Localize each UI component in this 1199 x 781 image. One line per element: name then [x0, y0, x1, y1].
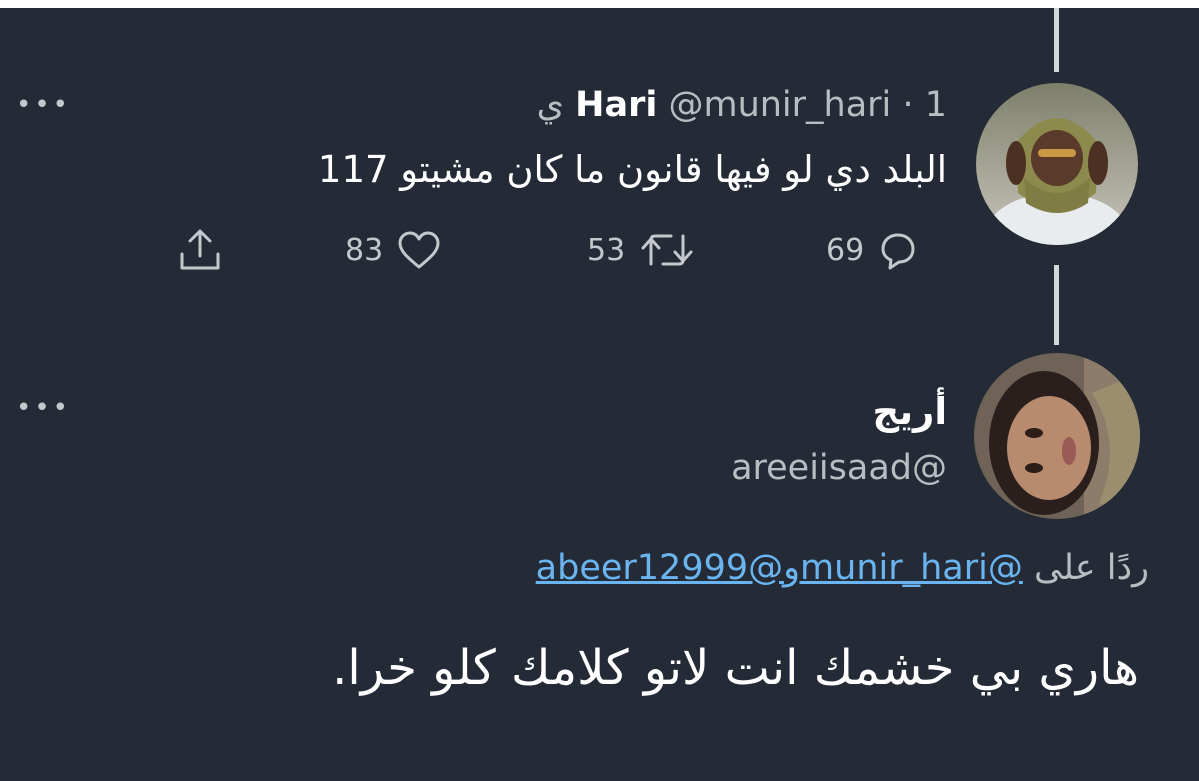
reply-count: 69 — [826, 232, 865, 268]
mention-abeer[interactable]: @abeer12999 — [536, 548, 783, 588]
tweet1-separator: · — [902, 85, 914, 125]
avatar-areej[interactable] — [974, 353, 1140, 519]
tweet2-text: هاري بي خشمك انت لاتو كلامك كلو خرا. — [332, 640, 1139, 696]
top-edge — [0, 0, 1199, 8]
share-icon — [180, 229, 220, 270]
tweet2-reply-context: ردًا على @munir_hariو@abeer12999 — [536, 548, 1149, 588]
avatar-hari[interactable] — [976, 83, 1138, 245]
tweet1-author-handle[interactable]: @munir_hari — [668, 85, 891, 125]
mention-conjunction: و — [783, 548, 801, 588]
tweet1-retweet-action[interactable]: 53 — [587, 225, 695, 275]
retweet-count: 53 — [587, 232, 626, 268]
tweet2-more-icon[interactable]: ••• — [16, 395, 71, 421]
tweet1-like-action[interactable]: 83 — [345, 225, 441, 275]
tweet1-more-icon[interactable]: ••• — [16, 92, 71, 118]
heart-icon — [398, 231, 440, 269]
tweet1-share-action[interactable] — [176, 225, 224, 275]
tweet-thread-view: Hari @munir_hari · 1 ي ••• البلد دي لو ف… — [0, 0, 1199, 781]
mention-munir-hari[interactable]: @munir_hari — [800, 548, 1023, 588]
reply-prefix: ردًا على — [1034, 548, 1149, 588]
tweet2-author-handle[interactable]: @areeiisaad — [731, 448, 947, 488]
like-count: 83 — [345, 232, 384, 268]
tweet2-author-name[interactable]: أريج — [872, 390, 947, 433]
avatar-hari-image — [976, 83, 1138, 245]
retweet-icon — [641, 234, 693, 266]
tweet1-text: البلد دي لو فيها قانون ما كان مشيتو 117 — [317, 148, 947, 191]
thread-connector-middle — [1054, 265, 1059, 345]
tweet1-header: Hari @munir_hari · 1 ي — [537, 85, 947, 125]
tweet1-author-name[interactable]: Hari — [575, 85, 657, 125]
reply-icon — [881, 233, 915, 270]
tweet1-reply-action[interactable]: 69 — [826, 225, 918, 275]
thread-connector-top — [1054, 8, 1059, 72]
avatar-areej-image — [974, 353, 1140, 519]
